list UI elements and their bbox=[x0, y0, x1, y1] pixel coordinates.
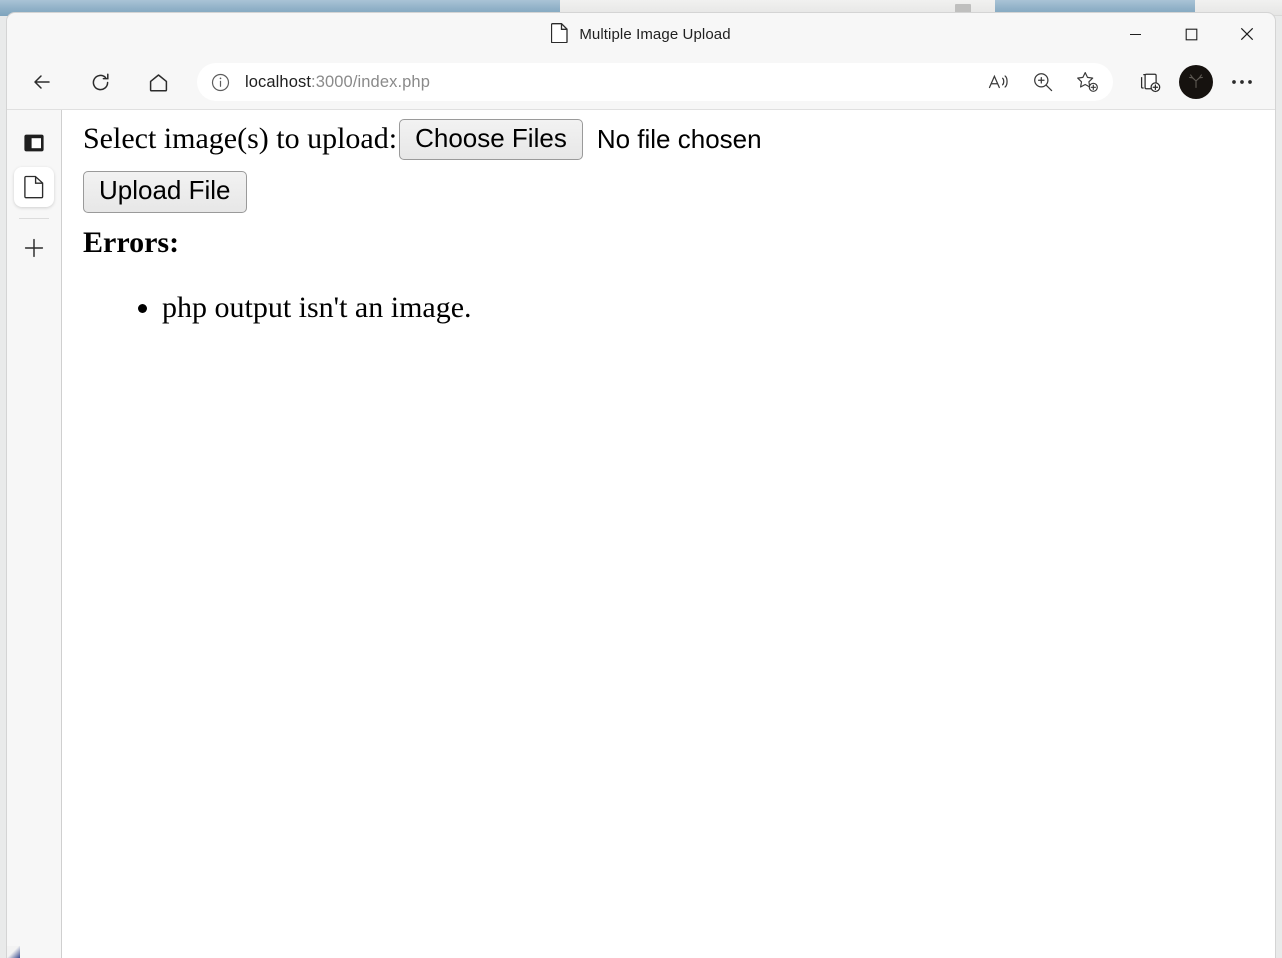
url-text[interactable]: localhost:3000/index.php bbox=[245, 73, 982, 92]
window-title-text: Multiple Image Upload bbox=[579, 25, 731, 43]
sidebar-divider bbox=[19, 218, 49, 219]
errors-list: php output isn't an image. bbox=[83, 288, 1267, 327]
page-icon bbox=[551, 22, 568, 47]
home-button[interactable] bbox=[139, 63, 177, 101]
file-input[interactable]: Choose Files No file chosen bbox=[399, 119, 762, 161]
upload-submit-row: Upload File bbox=[83, 171, 1267, 213]
no-file-chosen-text: No file chosen bbox=[596, 124, 762, 155]
web-page-content: Select image(s) to upload: Choose Files … bbox=[62, 110, 1275, 958]
zoom-icon[interactable] bbox=[1026, 66, 1060, 98]
sidebar-add-button[interactable] bbox=[14, 228, 54, 268]
upload-file-button[interactable]: Upload File bbox=[83, 171, 247, 213]
file-input-label: Select image(s) to upload: bbox=[83, 122, 398, 156]
window-controls bbox=[1107, 13, 1275, 55]
profile-avatar[interactable] bbox=[1179, 65, 1213, 99]
choose-files-button[interactable]: Choose Files bbox=[399, 119, 583, 161]
toolbar-right-actions bbox=[1131, 63, 1261, 101]
window-tab[interactable]: Multiple Image Upload bbox=[551, 22, 731, 47]
url-host: localhost bbox=[245, 72, 312, 91]
collections-icon[interactable] bbox=[1131, 63, 1169, 101]
reload-button[interactable] bbox=[81, 63, 119, 101]
browser-window: Multiple Image Upload localhost:3000/ind… bbox=[6, 12, 1276, 958]
errors-heading: Errors: bbox=[83, 225, 180, 259]
browser-body: Select image(s) to upload: Choose Files … bbox=[7, 109, 1275, 958]
left-sidebar bbox=[7, 110, 62, 958]
settings-more-icon[interactable] bbox=[1223, 63, 1261, 101]
minimize-button[interactable] bbox=[1107, 13, 1163, 55]
url-path: :3000/index.php bbox=[311, 72, 430, 91]
list-item: php output isn't an image. bbox=[162, 288, 1267, 327]
upload-form-row: Select image(s) to upload: Choose Files … bbox=[83, 119, 1267, 161]
close-button[interactable] bbox=[1219, 13, 1275, 55]
back-button[interactable] bbox=[23, 63, 61, 101]
site-info-icon[interactable] bbox=[206, 68, 234, 96]
address-bar[interactable]: localhost:3000/index.php bbox=[197, 63, 1113, 101]
sidebar-item-copilot[interactable] bbox=[14, 123, 54, 163]
sidebar-item-page[interactable] bbox=[14, 167, 54, 207]
address-bar-actions bbox=[982, 66, 1108, 98]
read-aloud-icon[interactable] bbox=[982, 66, 1016, 98]
browser-toolbar: localhost:3000/index.php bbox=[7, 55, 1275, 109]
maximize-button[interactable] bbox=[1163, 13, 1219, 55]
title-bar: Multiple Image Upload bbox=[7, 13, 1275, 55]
taskbar-item-peek bbox=[7, 946, 20, 958]
add-favorite-icon[interactable] bbox=[1070, 66, 1104, 98]
